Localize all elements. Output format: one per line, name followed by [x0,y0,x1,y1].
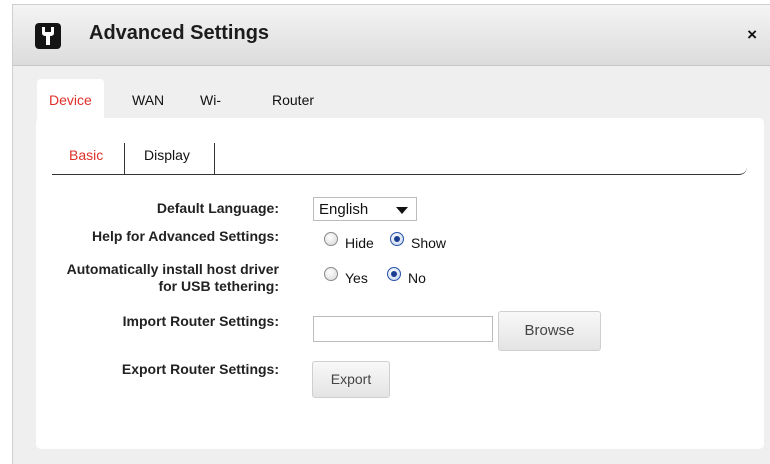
export-button[interactable]: Export [312,361,390,398]
chevron-down-icon [396,207,408,214]
usb-no-radio[interactable] [387,267,401,281]
import-settings-label: Import Router Settings: [122,313,279,329]
usb-no-label: No [408,270,426,286]
usb-yes-radio[interactable] [324,267,338,281]
language-select[interactable]: English [313,197,417,221]
help-advanced-label: Help for Advanced Settings: [92,228,279,244]
import-file-input[interactable] [313,316,493,342]
usb-driver-label-line2: for USB tethering: [158,278,279,294]
help-show-label: Show [411,235,447,251]
settings-form: Default Language: Help for Advanced Sett… [1,1,770,464]
help-hide-radio[interactable] [324,232,338,246]
help-hide-label: Hide [345,235,374,251]
default-language-label: Default Language: [156,200,279,216]
usb-driver-label-line1: Automatically install host driver [66,261,279,277]
export-settings-label: Export Router Settings: [121,361,279,377]
usb-yes-label: Yes [345,270,368,286]
language-select-value: English [319,201,369,218]
advanced-settings-dialog: Advanced Settings × Device WAN Wi-Fi Rou… [12,4,770,464]
browse-button[interactable]: Browse [498,311,601,351]
help-show-radio[interactable] [390,232,404,246]
form-labels: Default Language: Help for Advanced Sett… [25,1,279,464]
